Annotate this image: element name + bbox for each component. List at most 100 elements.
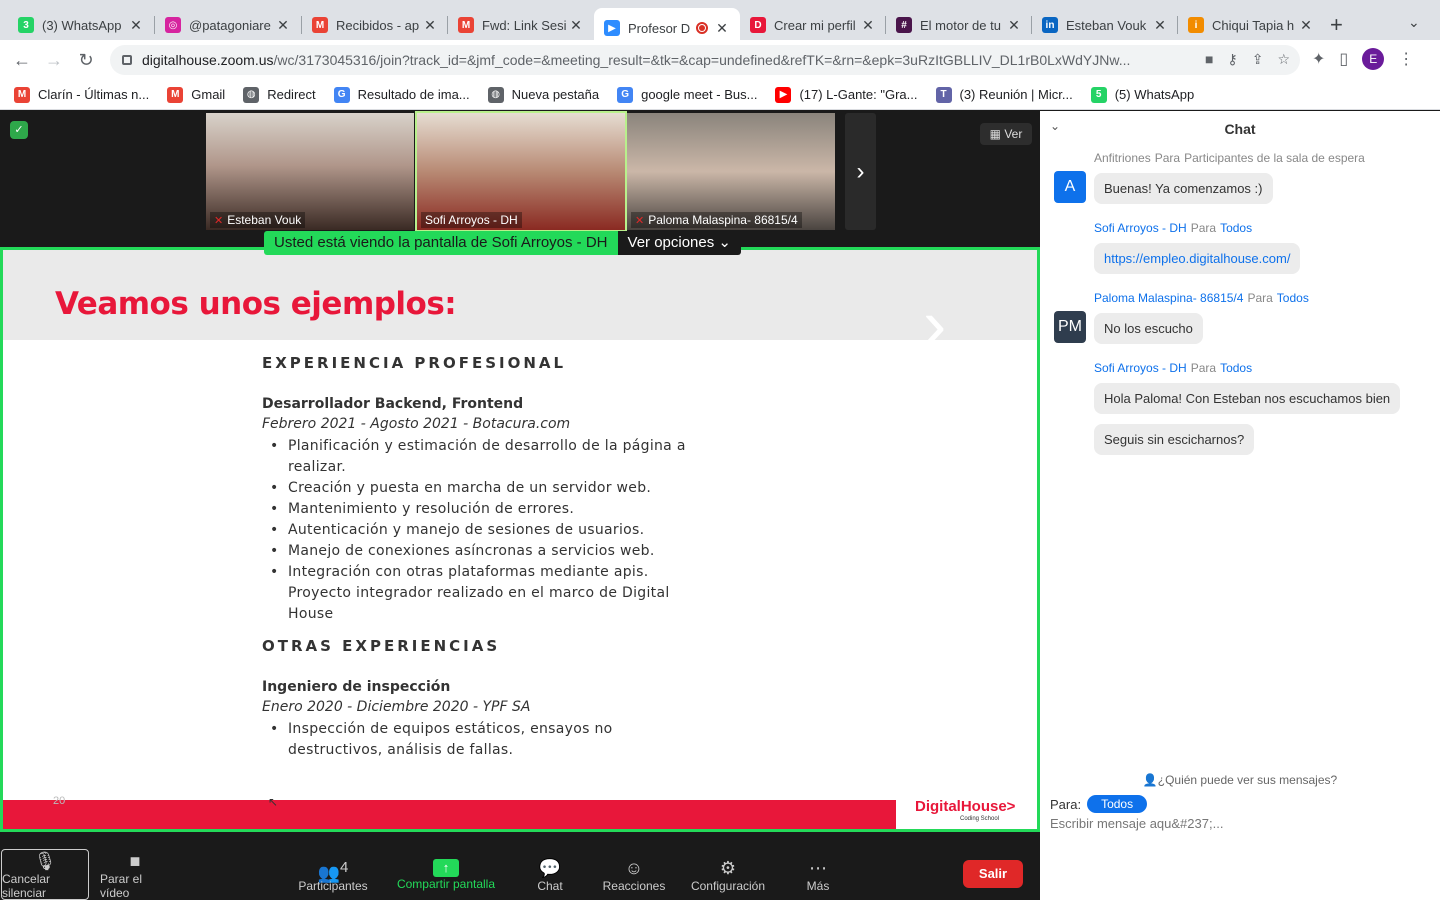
slide-page-number: 20 [53, 795, 66, 807]
resume-content: EXPERIENCIA PROFESIONAL Desarrollador Ba… [262, 354, 722, 761]
close-tab-icon[interactable]: ✕ [860, 17, 876, 34]
bookmark[interactable]: 5 (5) WhatsApp [1090, 86, 1194, 103]
chat-message-input[interactable]: Escribir mensaje aqu&#237;... [1050, 816, 1223, 831]
reload-icon[interactable]: ↻ [74, 48, 98, 72]
bullet-item: Planificación y estimación de desarrollo… [262, 436, 722, 457]
bookmark[interactable]: ▶ (17) L-Gante: "Gra... [775, 86, 918, 103]
side-panel-icon[interactable]: ▯ [1339, 49, 1348, 69]
zoom-meeting-area: ✓ ✕ Esteban Vouk Sofi Arroyos - DH ✕ Palom… [0, 111, 1040, 900]
chat-button[interactable]: 💬 Chat [533, 849, 567, 900]
browser-tab[interactable]: # El motor de tu ✕ [886, 8, 1032, 42]
message-sender[interactable]: Paloma Malaspina- 86815/4 [1094, 291, 1243, 305]
bookmark[interactable]: Ggoogle meet - Bus... [617, 86, 758, 103]
bookmark[interactable]: ◍ Nueva pestaña [487, 86, 599, 103]
address-bar[interactable]: digitalhouse.zoom.us/wc/3173045316/join?… [110, 45, 1300, 75]
bookmark-label: Redirect [267, 87, 316, 102]
browser-tab[interactable]: i Chiqui Tapia h ✕ [1178, 8, 1324, 42]
participants-button[interactable]: 👥4 Participantes [296, 849, 370, 900]
back-arrow-icon[interactable]: ← [10, 48, 34, 72]
message-link[interactable]: https://empleo.digitalhouse.com/ [1094, 243, 1301, 274]
bullet-item: Creación y puesta en marcha de un servid… [262, 478, 722, 499]
message-meta: Anfitriones Para Participantes de la sala … [1094, 151, 1365, 165]
close-tab-icon[interactable]: ✕ [1152, 17, 1168, 34]
message-target[interactable]: Todos [1220, 361, 1252, 375]
extensions-icon[interactable]: ✦ [1312, 49, 1325, 69]
bullet-item: destructivos, análisis de fallas. [288, 742, 514, 758]
chat-label: Chat [537, 878, 563, 893]
message-sender[interactable]: Sofi Arroyos - DH [1094, 361, 1187, 375]
close-tab-icon[interactable]: ✕ [275, 17, 291, 34]
bookmark-label: Gmail [191, 87, 226, 102]
more-dots-icon: ⋯ [809, 857, 827, 878]
participant-video-esteban[interactable]: ✕ Esteban Vouk [206, 113, 414, 230]
more-button[interactable]: ⋯ Más [800, 849, 836, 900]
bookmark[interactable]: T (3) Reunión | Micr... [935, 86, 1073, 103]
mute-label: Cancelar silenciar [2, 871, 51, 900]
participant-video-paloma[interactable]: ✕ Paloma Malaspina- 86815/4 [627, 113, 835, 230]
message-target[interactable]: Todos [1277, 291, 1309, 305]
message-target[interactable]: Todos [1220, 221, 1252, 235]
tab-title: Profesor D [628, 20, 691, 36]
stop-video-button[interactable]: ■ Parar el vídeo [100, 849, 170, 900]
linkedin-icon: in [1042, 17, 1058, 33]
tab-title: Crear mi perfil [774, 17, 856, 33]
slide-footer-bar [3, 800, 896, 829]
recipient-dropdown[interactable]: Todos [1087, 795, 1148, 813]
close-tab-icon[interactable]: ✕ [1006, 17, 1022, 34]
message-to-word: Para [1154, 151, 1181, 165]
job-bullets: Inspección de equipos estáticos, ensayos… [262, 719, 722, 761]
browser-tab[interactable]: in Esteban Vouk ✕ [1032, 8, 1178, 42]
close-tab-icon[interactable]: ✕ [1298, 17, 1314, 34]
message-sender[interactable]: Sofi Arroyos - DH [1094, 221, 1187, 235]
who-can-see-label: ¿Quién puede ver sus mensajes? [1157, 773, 1338, 787]
message-sender: Anfitriones [1094, 151, 1151, 165]
message-to-word: Para [1190, 361, 1217, 375]
browser-menu-icon[interactable]: ⋮ [1398, 49, 1414, 69]
sharing-banner: Usted está viendo la pantalla de Sofi Ar… [264, 231, 741, 255]
job-title: Desarrollador Backend, Frontend [262, 396, 524, 412]
reactions-button[interactable]: ☺ Reacciones [602, 849, 666, 900]
share-icon[interactable]: ⇪ [1252, 51, 1264, 68]
view-options-button[interactable]: Ver opciones ⌄ [617, 231, 741, 255]
new-tab-button[interactable]: + [1330, 12, 1343, 38]
tab-title: @patagoniare [189, 17, 271, 33]
profile-avatar[interactable]: E [1362, 48, 1385, 70]
key-icon[interactable]: ⚷ [1227, 51, 1237, 68]
chat-message: Sofi Arroyos - DH Para Todos Hola Paloma! … [1094, 361, 1401, 465]
gmail-icon: M [167, 86, 184, 103]
digitalhouse-logo: DigitalHouse> [915, 798, 1016, 815]
bookmark[interactable]: M Clarín - Últimas n... [14, 86, 150, 103]
star-icon[interactable]: ☆ [1277, 51, 1290, 68]
close-tab-icon[interactable]: ✕ [568, 17, 584, 34]
bookmark[interactable]: M Gmail [167, 86, 226, 103]
bookmark-label: Clarín - Últimas n... [38, 87, 150, 102]
close-tab-icon[interactable]: ✕ [422, 17, 438, 34]
next-participants-button[interactable]: › [845, 113, 876, 230]
who-can-see-link[interactable]: 👤¿Quién puede ver sus mensajes? [1040, 773, 1440, 787]
tab-search-chevron-icon[interactable]: ⌄ [1408, 14, 1420, 31]
forward-arrow-icon[interactable]: → [42, 48, 66, 72]
mute-button[interactable]: 🎙 Cancelar silenciar [1, 849, 89, 900]
recipient-selector: Para: Todos [1050, 795, 1148, 813]
leave-button[interactable]: Salir [963, 860, 1023, 888]
view-button[interactable]: ▦ Ver [980, 123, 1032, 145]
message-bubble: Hola Paloma! Con Esteban nos escuchamos … [1094, 383, 1401, 414]
participant-video-sofi[interactable]: Sofi Arroyos - DH [415, 111, 627, 232]
job-dates: Enero 2020 - Diciembre 2020 - YPF SA [262, 699, 531, 715]
zoom-icon: ▶ [604, 20, 620, 36]
browser-tab[interactable]: ◎ @patagoniare ✕ [155, 8, 301, 42]
bookmark[interactable]: G Resultado de ima... [333, 86, 470, 103]
view-label: Ver [1004, 127, 1023, 141]
settings-button[interactable]: ⚙ Configuración [688, 849, 768, 900]
share-screen-button[interactable]: ↑ Compartir pantalla [393, 849, 499, 900]
close-tab-icon[interactable]: ✕ [128, 17, 144, 34]
bookmark-label: google meet - Bus... [641, 87, 758, 102]
camera-icon[interactable]: ■ [1205, 51, 1213, 68]
participant-name-label: Esteban Vouk [227, 213, 302, 227]
close-tab-icon[interactable]: ✕ [714, 20, 730, 37]
browser-tab[interactable]: M Fwd: Link Sesi ✕ [448, 8, 594, 42]
browser-tab[interactable]: D Crear mi perfil ✕ [740, 8, 886, 42]
browser-tab[interactable]: 3 (3) WhatsApp ✕ [8, 8, 154, 42]
bookmark[interactable]: ◍ Redirect [243, 86, 316, 103]
browser-tab[interactable]: M Recibidos - ap ✕ [302, 8, 448, 42]
